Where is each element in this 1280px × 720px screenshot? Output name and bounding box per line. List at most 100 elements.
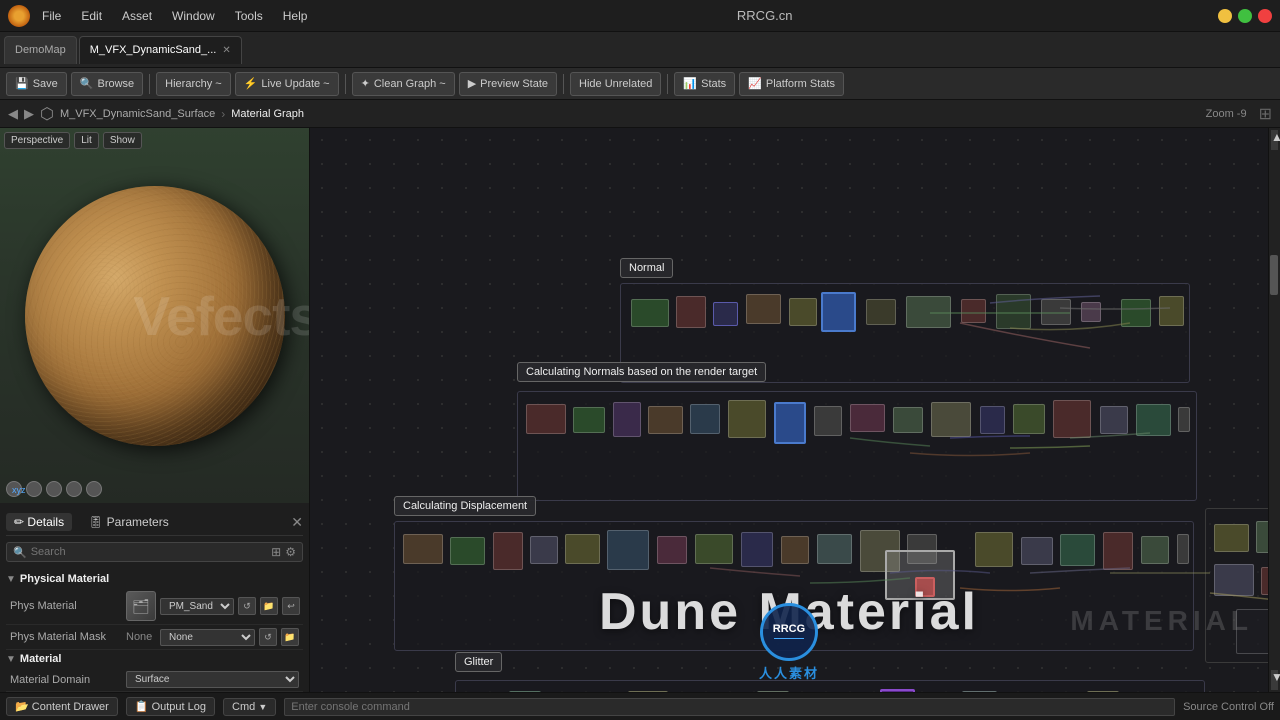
viewport-toolbar: Perspective Lit Show bbox=[4, 132, 142, 149]
cmd-chevron-icon: ▼ bbox=[258, 702, 267, 712]
phys-mask-select[interactable]: None bbox=[160, 629, 255, 646]
section-arrow-phys: ▼ bbox=[6, 574, 16, 585]
displacement-group bbox=[394, 521, 1194, 651]
material-section[interactable]: ▼ Material bbox=[6, 650, 303, 668]
toolbar: 💾 Save 🔍 Browse Hierarchy ~ ⚡ Live Updat… bbox=[0, 68, 1280, 100]
menu-asset[interactable]: Asset bbox=[118, 7, 156, 25]
app-icon bbox=[8, 5, 30, 27]
platform-stats-icon: 📈 bbox=[748, 77, 762, 90]
scroll-down-button[interactable]: ▼ bbox=[1271, 670, 1278, 690]
save-button[interactable]: 💾 Save bbox=[6, 72, 67, 96]
tab-material[interactable]: M_VFX_DynamicSand_... ✕ bbox=[79, 36, 242, 64]
section-arrow-mat: ▼ bbox=[6, 654, 16, 665]
tab-close-icon[interactable]: ✕ bbox=[222, 45, 230, 56]
scroll-up-button[interactable]: ▲ bbox=[1271, 130, 1278, 150]
window-controls: — □ ✕ bbox=[1218, 9, 1272, 23]
tab-material-label: M_VFX_DynamicSand_... bbox=[90, 44, 217, 56]
show-button[interactable]: Show bbox=[103, 132, 142, 149]
cmd-input[interactable] bbox=[284, 698, 1175, 716]
title-bar: File Edit Asset Window Tools Help RRCG.c… bbox=[0, 0, 1280, 32]
menu-help[interactable]: Help bbox=[279, 7, 312, 25]
breadcrumb-path1[interactable]: M_VFX_DynamicSand_Surface bbox=[60, 108, 215, 120]
viewport-icon-3 bbox=[46, 481, 62, 497]
source-control-status: Source Control Off bbox=[1183, 701, 1274, 713]
phys-mask-label: None bbox=[126, 631, 156, 643]
maximize-button[interactable]: □ bbox=[1238, 9, 1252, 23]
phys-mask-reset[interactable]: ↺ bbox=[259, 628, 277, 646]
phys-material-arrow[interactable]: ↩ bbox=[282, 597, 300, 615]
phys-material-mask-row: Phys Material Mask None None ↺ 📁 bbox=[6, 625, 303, 650]
glitter-label: Glitter bbox=[455, 652, 502, 672]
axis-indicator: xyz bbox=[12, 485, 26, 495]
output-log-icon: 📋 bbox=[135, 701, 149, 713]
panel-close-button[interactable]: ✕ bbox=[291, 514, 303, 531]
physical-material-section[interactable]: ▼ Physical Material bbox=[6, 570, 303, 588]
viewport-icon-2 bbox=[26, 481, 42, 497]
preview-icon: ▶ bbox=[468, 77, 476, 90]
scroll-thumb[interactable] bbox=[1270, 255, 1278, 295]
layout-icon[interactable]: ⊞ bbox=[1259, 104, 1272, 124]
phys-material-icon: 🗂 bbox=[126, 591, 156, 621]
details-header: ✏ Details 🎚 Parameters ✕ bbox=[6, 509, 303, 536]
save-icon: 💾 bbox=[15, 77, 29, 90]
phys-material-reset[interactable]: ↺ bbox=[238, 597, 256, 615]
perspective-button[interactable]: Perspective bbox=[4, 132, 70, 149]
tab-details[interactable]: ✏ Details bbox=[6, 513, 72, 531]
right-node-group-1 bbox=[1205, 508, 1268, 663]
clean-graph-icon: ✦ bbox=[361, 77, 370, 90]
right-scrollbar[interactable]: ▲ ▼ bbox=[1268, 128, 1280, 692]
glitter-group bbox=[455, 680, 1205, 692]
back-button[interactable]: ◀ bbox=[8, 106, 18, 122]
material-sphere bbox=[25, 186, 285, 446]
main-area: Perspective Lit Show Vefects xyz ✏ bbox=[0, 128, 1280, 692]
app-title: RRCG.cn bbox=[311, 8, 1218, 23]
normals-group bbox=[517, 391, 1197, 501]
search-icon: 🔍 bbox=[13, 546, 27, 559]
browse-button[interactable]: 🔍 Browse bbox=[71, 72, 143, 96]
left-panel: Perspective Lit Show Vefects xyz ✏ bbox=[0, 128, 310, 692]
material-domain-select[interactable]: Surface bbox=[126, 671, 299, 688]
output-log-button[interactable]: 📋 Output Log bbox=[126, 697, 215, 716]
clean-graph-button[interactable]: ✦ Clean Graph ~ bbox=[352, 72, 455, 96]
close-button[interactable]: ✕ bbox=[1258, 9, 1272, 23]
calculating-displacement-label: Calculating Displacement bbox=[394, 496, 536, 516]
tab-parameters[interactable]: 🎚 Parameters bbox=[80, 513, 177, 531]
viewport-icon-4 bbox=[66, 481, 82, 497]
graph-area[interactable]: Normal Calculating Normals based on the … bbox=[310, 128, 1268, 692]
cmd-button[interactable]: Cmd ▼ bbox=[223, 698, 276, 716]
menu-file[interactable]: File bbox=[38, 7, 65, 25]
hide-unrelated-button[interactable]: Hide Unrelated bbox=[570, 72, 661, 96]
menu-edit[interactable]: Edit bbox=[77, 7, 106, 25]
platform-stats-button[interactable]: 📈 Platform Stats bbox=[739, 72, 844, 96]
params-icon: 🎚 bbox=[88, 515, 103, 529]
scroll-track[interactable] bbox=[1269, 152, 1280, 668]
forward-button[interactable]: ▶ bbox=[24, 106, 34, 122]
stats-button[interactable]: 📊 Stats bbox=[674, 72, 735, 96]
zoom-label: Zoom -9 bbox=[1206, 108, 1247, 120]
tab-demomap[interactable]: DemoMap bbox=[4, 36, 77, 64]
browse-icon: 🔍 bbox=[80, 77, 94, 90]
grid-view-icon[interactable]: ⊞ bbox=[271, 545, 281, 559]
menu-bar: File Edit Asset Window Tools Help bbox=[38, 7, 311, 25]
phys-material-select[interactable]: PM_Sand bbox=[160, 598, 234, 615]
content-drawer-icon: 📂 bbox=[15, 701, 29, 713]
settings-icon[interactable]: ⚙ bbox=[285, 545, 296, 559]
phys-material-row: Phys Material 🗂 PM_Sand ↺ 📁 ↩ bbox=[6, 588, 303, 625]
menu-window[interactable]: Window bbox=[168, 7, 219, 25]
pencil-icon: ✏ bbox=[14, 515, 24, 529]
content-drawer-button[interactable]: 📂 Content Drawer bbox=[6, 697, 118, 716]
live-update-button[interactable]: ⚡ Live Update ~ bbox=[235, 72, 339, 96]
lit-button[interactable]: Lit bbox=[74, 132, 99, 149]
phys-material-browse[interactable]: 📁 bbox=[260, 597, 278, 615]
hierarchy-button[interactable]: Hierarchy ~ bbox=[156, 72, 231, 96]
search-input[interactable] bbox=[31, 546, 267, 558]
search-box: 🔍 ⊞ ⚙ bbox=[6, 542, 303, 562]
menu-tools[interactable]: Tools bbox=[231, 7, 267, 25]
tabs-bar: DemoMap M_VFX_DynamicSand_... ✕ bbox=[0, 32, 1280, 68]
phys-mask-browse[interactable]: 📁 bbox=[281, 628, 299, 646]
normal-label: Normal bbox=[620, 258, 673, 278]
preview-viewport: Perspective Lit Show Vefects xyz bbox=[0, 128, 309, 503]
preview-state-button[interactable]: ▶ Preview State bbox=[459, 72, 557, 96]
breadcrumb-current: Material Graph bbox=[231, 108, 304, 120]
minimize-button[interactable]: — bbox=[1218, 9, 1232, 23]
